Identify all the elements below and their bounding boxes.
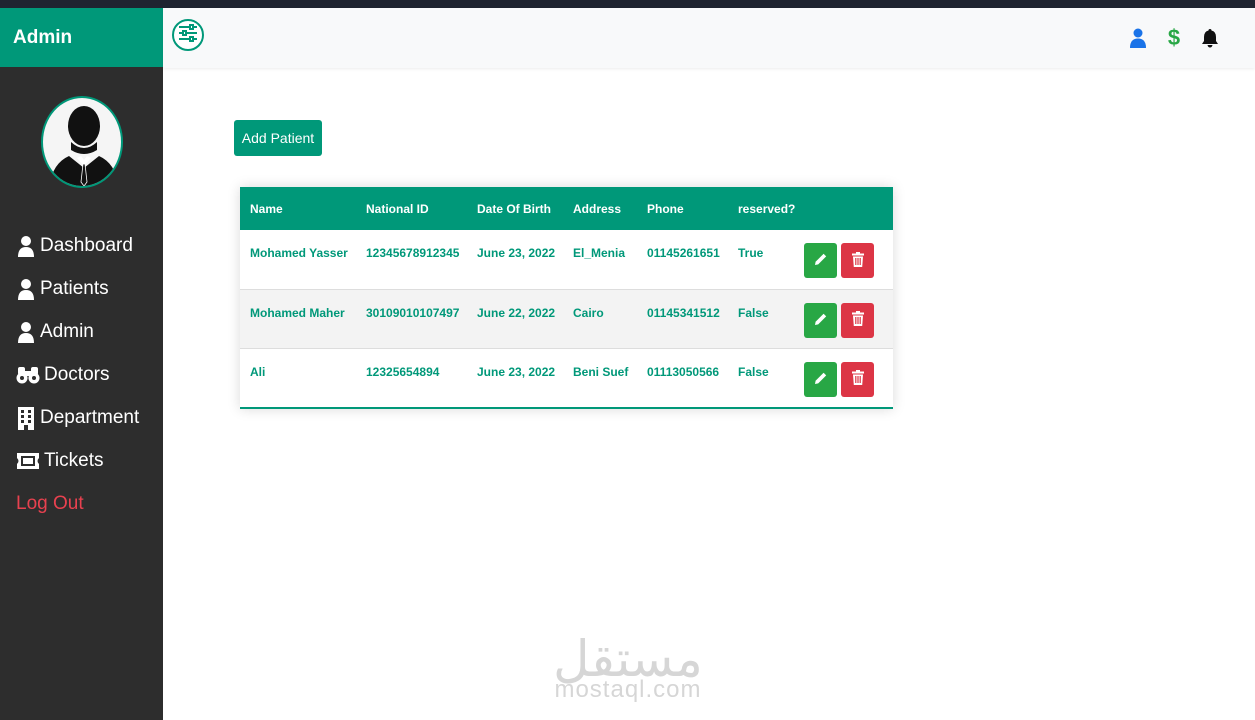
cell-name: Mohamed Yasser bbox=[250, 246, 348, 260]
cell-reserved: False bbox=[738, 364, 769, 379]
building-icon bbox=[16, 406, 36, 430]
sidebar-item-admin[interactable]: Admin bbox=[0, 310, 163, 353]
trash-icon bbox=[851, 251, 864, 270]
avatar bbox=[41, 96, 123, 188]
cell-address: El_Menia bbox=[573, 246, 626, 260]
sidebar-item-department[interactable]: Department bbox=[0, 396, 163, 439]
watermark-latin: mostaql.com bbox=[554, 676, 702, 703]
trash-icon bbox=[851, 311, 864, 329]
cell-dob: June 22, 2022 bbox=[477, 305, 556, 320]
cell-phone: 01145341512 bbox=[647, 305, 720, 320]
cell-address: Beni Suef bbox=[573, 364, 629, 379]
cell-phone: 01113050566 bbox=[647, 364, 720, 379]
watermark: مستقل mostaql.com bbox=[552, 634, 704, 708]
sidebar-item-label: Department bbox=[40, 406, 140, 428]
logout-link[interactable]: Log Out bbox=[0, 482, 163, 525]
sidebar-nav: Dashboard Patients Admin Doctors Departm… bbox=[0, 224, 163, 525]
logout-label: Log Out bbox=[16, 492, 84, 514]
cell-national-id: 12325654894 bbox=[366, 364, 440, 379]
browser-strip bbox=[0, 0, 1255, 8]
column-header-actions bbox=[804, 187, 893, 230]
cell-actions bbox=[804, 230, 893, 289]
user-icon[interactable] bbox=[1128, 26, 1148, 50]
cell-dob: June 23, 2022 bbox=[477, 364, 556, 379]
pencil-icon bbox=[814, 371, 828, 388]
sidebar-item-dashboard[interactable]: Dashboard bbox=[0, 224, 163, 267]
user-icon bbox=[16, 234, 36, 258]
table-header-row: Name National ID Date Of Birth Address P… bbox=[240, 187, 893, 230]
delete-button[interactable] bbox=[841, 243, 874, 278]
column-header: Date Of Birth bbox=[477, 201, 552, 216]
binoculars-icon bbox=[16, 363, 40, 387]
table-row: Mohamed Yasser 12345678912345 June 23, 2… bbox=[240, 230, 893, 289]
edit-button[interactable] bbox=[804, 302, 837, 338]
sidebar-item-doctors[interactable]: Doctors bbox=[0, 353, 163, 396]
cell-name: Ali bbox=[250, 364, 266, 379]
sidebar-item-patients[interactable]: Patients bbox=[0, 267, 163, 310]
sidebar-item-label: Dashboard bbox=[40, 234, 133, 256]
edit-button[interactable] bbox=[804, 361, 837, 397]
user-icon bbox=[16, 320, 36, 344]
ticket-icon bbox=[16, 449, 40, 473]
dollar-icon[interactable]: $ bbox=[1164, 25, 1184, 50]
sidebar-toggle-button[interactable] bbox=[172, 19, 204, 51]
user-icon bbox=[16, 277, 36, 301]
cell-address: Cairo bbox=[573, 305, 604, 320]
sidebar-item-tickets[interactable]: Tickets bbox=[0, 439, 163, 482]
cell-dob: June 23, 2022 bbox=[477, 246, 556, 260]
edit-button[interactable] bbox=[804, 243, 837, 278]
brand-title: Admin bbox=[0, 8, 163, 67]
table-row: Mohamed Maher 30109010107497 June 22, 20… bbox=[240, 289, 893, 348]
cell-reserved: True bbox=[738, 246, 764, 260]
sidebar: Admin Dashboard Patients Admin Doctors D… bbox=[0, 8, 163, 720]
table-row: Ali 12325654894 June 23, 2022 Beni Suef … bbox=[240, 348, 893, 407]
column-header: reserved? bbox=[738, 201, 796, 216]
column-header: Address bbox=[573, 201, 622, 216]
sidebar-item-label: Doctors bbox=[44, 363, 110, 385]
cell-actions bbox=[804, 348, 893, 407]
cell-name: Mohamed Maher bbox=[250, 305, 345, 320]
cell-actions bbox=[804, 289, 893, 348]
column-header: Phone bbox=[647, 201, 684, 216]
add-patient-button[interactable]: Add Patient bbox=[234, 120, 322, 156]
cell-national-id: 30109010107497 bbox=[366, 305, 460, 320]
pencil-icon bbox=[814, 252, 828, 269]
sliders-icon bbox=[178, 23, 198, 47]
delete-button[interactable] bbox=[841, 302, 874, 338]
pencil-icon bbox=[814, 312, 828, 329]
patients-table: Name National ID Date Of Birth Address P… bbox=[240, 187, 893, 409]
cell-national-id: 12345678912345 bbox=[366, 246, 460, 260]
sidebar-item-label: Patients bbox=[40, 277, 109, 299]
column-header: Name bbox=[250, 201, 283, 216]
sidebar-item-label: Tickets bbox=[44, 449, 104, 471]
delete-button[interactable] bbox=[841, 361, 874, 397]
column-header: National ID bbox=[366, 201, 429, 216]
cell-reserved: False bbox=[738, 305, 769, 320]
topbar: $ bbox=[163, 8, 1255, 68]
bell-icon[interactable] bbox=[1200, 26, 1220, 50]
sidebar-item-label: Admin bbox=[40, 320, 94, 342]
trash-icon bbox=[851, 370, 864, 388]
cell-phone: 01145261651 bbox=[647, 246, 720, 260]
